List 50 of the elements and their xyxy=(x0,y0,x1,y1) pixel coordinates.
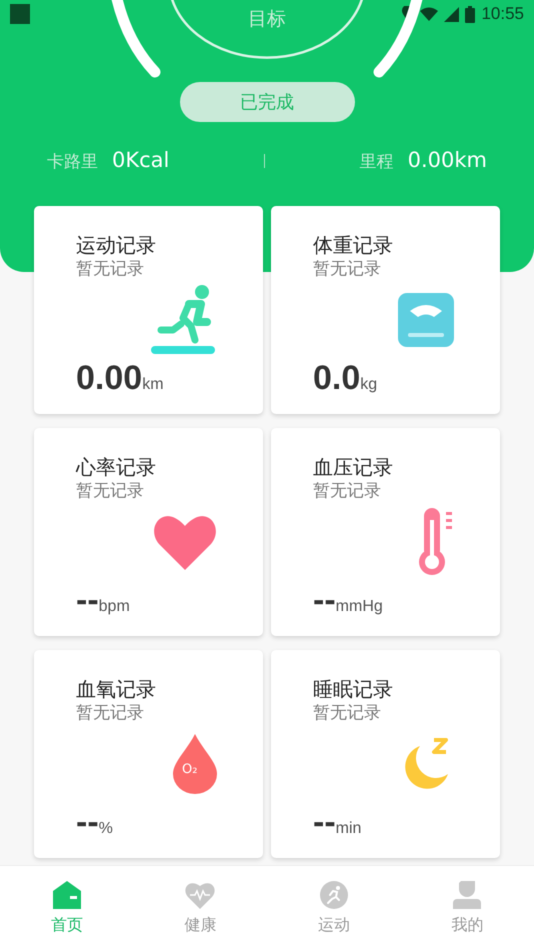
heart-icon xyxy=(153,514,217,570)
stat-value: 0.00km xyxy=(408,148,487,172)
thermometer-icon xyxy=(416,508,454,576)
card-unit: mmHg xyxy=(336,598,383,616)
card-unit: bpm xyxy=(98,598,130,616)
card-value: -- xyxy=(313,804,336,840)
card-title: 体重记录 xyxy=(313,232,394,258)
oxygen-label: O₂ xyxy=(182,762,198,777)
card-subtitle: 暂无记录 xyxy=(313,480,382,502)
battery-icon xyxy=(465,6,476,22)
stat-label: 里程 xyxy=(360,151,394,173)
record-card[interactable]: 睡眠记录 暂无记录 --min xyxy=(271,650,500,858)
card-value: -- xyxy=(313,582,336,618)
scale-icon xyxy=(398,293,454,347)
stat-label: 卡路里 xyxy=(47,151,98,173)
record-card[interactable]: 运动记录 暂无记录 0.00km xyxy=(34,206,263,414)
record-card[interactable]: 体重记录 暂无记录 0.0kg xyxy=(271,206,500,414)
record-card[interactable]: 血氧记录 暂无记录 O₂ --% xyxy=(34,650,263,858)
wifi-icon xyxy=(420,7,438,21)
card-unit: kg xyxy=(360,376,378,394)
card-title: 心率记录 xyxy=(76,454,157,480)
card-unit: % xyxy=(98,820,113,838)
card-value: -- xyxy=(76,582,99,618)
card-subtitle: 暂无记录 xyxy=(313,258,382,280)
clock-time: 10:55 xyxy=(481,4,524,24)
runner-icon xyxy=(151,284,217,356)
card-unit: min xyxy=(336,820,362,838)
goal-label: 目标 xyxy=(248,7,286,30)
card-value: 0.00 xyxy=(76,360,142,396)
person-icon xyxy=(453,880,482,908)
record-card[interactable]: 血压记录 暂无记录 --mmHg xyxy=(271,428,500,636)
card-unit: km xyxy=(142,376,164,394)
card-subtitle: 暂无记录 xyxy=(313,702,382,724)
card-title: 运动记录 xyxy=(76,232,157,258)
card-value: -- xyxy=(76,804,99,840)
card-subtitle: 暂无记录 xyxy=(76,480,145,502)
card-title: 睡眠记录 xyxy=(313,676,394,702)
card-subtitle: 暂无记录 xyxy=(76,702,145,724)
record-card[interactable]: 心率记录 暂无记录 --bpm xyxy=(34,428,263,636)
card-value: 0.0 xyxy=(313,360,360,396)
card-title: 血压记录 xyxy=(313,454,394,480)
app-icon xyxy=(10,4,30,24)
drop-icon xyxy=(173,734,217,794)
runner-icon xyxy=(320,880,348,908)
heart-pulse-icon xyxy=(185,880,216,908)
card-title: 血氧记录 xyxy=(76,676,157,702)
home-icon xyxy=(52,880,81,908)
card-subtitle: 暂无记录 xyxy=(76,258,145,280)
signal-icon xyxy=(444,6,460,22)
stat-value: 0Kcal xyxy=(112,148,170,172)
